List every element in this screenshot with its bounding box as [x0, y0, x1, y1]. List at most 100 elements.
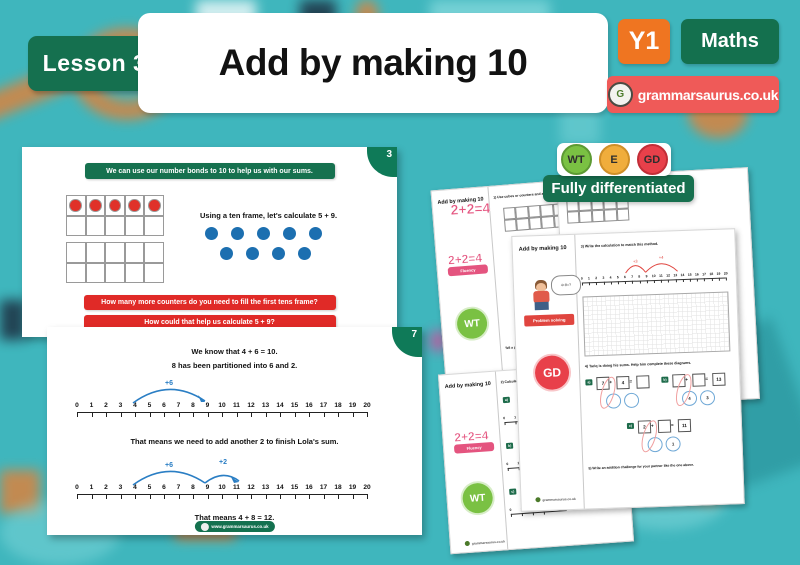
year-badge: Y1 — [618, 19, 670, 64]
blue-dots-row-1 — [205, 227, 322, 240]
brand-badge[interactable]: G grammarsaurus.co.uk — [607, 76, 779, 113]
answer-grid-box[interactable] — [582, 291, 731, 357]
diagram-tag-a: a) — [585, 379, 593, 386]
ten-frame-cell — [66, 215, 86, 236]
fluency-equation: 2+2=4 — [450, 199, 491, 218]
blue-counter — [231, 227, 244, 240]
ten-frame-2 — [66, 242, 164, 283]
header: Lesson 3 Add by making 10 Y1 Maths G gra… — [0, 0, 800, 125]
ten-frame-cell — [124, 195, 145, 216]
svg-text:+6: +6 — [165, 462, 173, 469]
badge-e: E — [598, 144, 630, 175]
ten-frame-cell — [85, 242, 106, 263]
slide2-line-2: 8 has been partitioned into 6 and 2. — [171, 361, 298, 370]
equals-sign: = — [705, 376, 709, 382]
grammarsaurus-logo-icon — [535, 497, 541, 503]
ten-frame-cell — [124, 242, 145, 263]
slide2-page-number-label: 7 — [411, 329, 417, 340]
blue-counter — [298, 247, 311, 260]
ten-frame-cell — [66, 262, 86, 283]
ten-frame-cell — [85, 195, 106, 216]
slide2-line-3: That means we need to add another 2 to f… — [130, 437, 339, 446]
speech-bubble-icon: 4+8=? — [550, 274, 582, 296]
diagram-c-link — [635, 419, 670, 454]
ten-frame-cell — [105, 262, 125, 283]
fluency-badge: Fluency — [453, 441, 495, 454]
logo-letter: G — [616, 89, 625, 100]
slide-preview-3[interactable]: We can use our number bonds to 10 to hel… — [22, 147, 397, 337]
ten-frame-cell — [124, 215, 145, 236]
worksheet-sheet-4[interactable]: Add by making 10 4+8=? Problem solving G… — [511, 228, 745, 512]
worksheet-footer-text: grammarsaurus.co.uk — [542, 496, 576, 502]
diagram-a-link — [593, 375, 628, 410]
worksheet-footer: grammarsaurus.co.uk — [535, 496, 576, 503]
badge-gd: GD — [636, 144, 668, 175]
svg-text:+2: +2 — [219, 459, 227, 466]
year-label: Y1 — [628, 27, 660, 55]
blue-counter — [205, 227, 218, 240]
diagram-b-answer[interactable]: 13 — [712, 372, 726, 387]
slide-preview-7[interactable]: We know that 4 + 6 = 10. 8 has been part… — [47, 327, 422, 535]
slide2-number-line-1: 012 345 678 9 10 11 12 13 14 15 16 17 18 19 20 — [75, 402, 371, 419]
equals-sign: = — [629, 378, 633, 384]
wt-badge: WT — [453, 305, 491, 342]
problem-solving-badge: Problem solving — [524, 313, 575, 327]
diagram-c-answer[interactable]: 11 — [677, 418, 692, 433]
fully-differentiated-label: Fully differentiated — [551, 180, 686, 197]
badge-e-label: E — [610, 153, 618, 166]
page-title: Add by making 10 — [218, 42, 528, 83]
ten-frame-cell — [105, 215, 125, 236]
ten-frame-cell — [105, 195, 125, 216]
ten-frame-cell — [124, 262, 145, 283]
title-card: Add by making 10 — [138, 13, 608, 113]
ten-frame-cell — [144, 195, 164, 216]
slide2-number-line-2: 012 345 678 9 10 11 12 13 14 15 16 17 18 19 20 — [75, 484, 371, 501]
worksheet-question-3: 3) Write the calculation to match this m… — [580, 241, 659, 249]
worksheet-question-5: 5) Write an addition challenge for your … — [588, 462, 695, 471]
question-tag-c: c) — [509, 488, 517, 495]
gd-badge: GD — [532, 353, 572, 393]
subject-label: Maths — [701, 30, 759, 52]
grammarsaurus-logo-icon: G — [607, 82, 633, 107]
diagram-b-link — [669, 372, 704, 407]
slide2-jump-arcs-2: +6 +2 — [77, 455, 377, 487]
differentiation-badges: WT E GD — [557, 143, 671, 176]
question-tag-a: a) — [502, 396, 511, 404]
ten-frame-cell — [85, 262, 106, 283]
wt-badge: WT — [459, 480, 496, 517]
slide2-jump-arc-1: +6 — [77, 375, 377, 405]
worksheet-footer: grammarsaurus.co.uk — [464, 538, 506, 547]
ten-frame-cell — [144, 242, 164, 263]
worksheet-footer-text: grammarsaurus.co.uk — [471, 538, 506, 546]
slide1-top-banner: We can use our number bonds to 10 to hel… — [84, 163, 335, 179]
blue-dots-row-2 — [220, 247, 311, 260]
badge-wt-label: WT — [567, 153, 585, 166]
ten-frame-cell — [144, 262, 164, 283]
blue-counter — [272, 247, 285, 260]
blue-counter — [246, 247, 259, 260]
blue-counter — [309, 227, 322, 240]
slide2-line-1: We know that 4 + 6 = 10. — [191, 347, 278, 356]
blue-counter — [220, 247, 233, 260]
diagram-tag-b: b) — [661, 376, 669, 383]
lesson-label: Lesson 3 — [42, 50, 147, 76]
worksheet-title: Add by making 10 — [518, 245, 567, 253]
svg-text:+4: +4 — [659, 255, 665, 260]
slide1-page-number-label: 3 — [386, 149, 392, 160]
svg-text:+3: +3 — [633, 259, 639, 264]
pupil-character-icon — [530, 279, 553, 311]
diagram-tag-c: c) — [626, 422, 635, 430]
slide1-question-banner-1: How many more counters do you need to fi… — [83, 295, 336, 310]
fully-differentiated-banner: Fully differentiated — [543, 175, 694, 202]
brand-name: grammarsaurus.co.uk — [637, 86, 779, 103]
diagram-a-answer[interactable] — [636, 375, 650, 389]
ten-frame-cell — [66, 195, 86, 216]
equals-sign: = — [670, 422, 674, 428]
slide1-instruction: Using a ten frame, let's calculate 5 + 9… — [200, 211, 338, 220]
badge-wt: WT — [560, 144, 592, 175]
worksheet-title: Add by making 10 — [444, 380, 492, 391]
subject-badge: Maths — [681, 19, 779, 64]
blue-counter — [283, 227, 296, 240]
worksheet-question-4: 4) Tariq is doing his sums. Help him com… — [584, 360, 692, 369]
svg-text:+6: +6 — [165, 380, 173, 387]
